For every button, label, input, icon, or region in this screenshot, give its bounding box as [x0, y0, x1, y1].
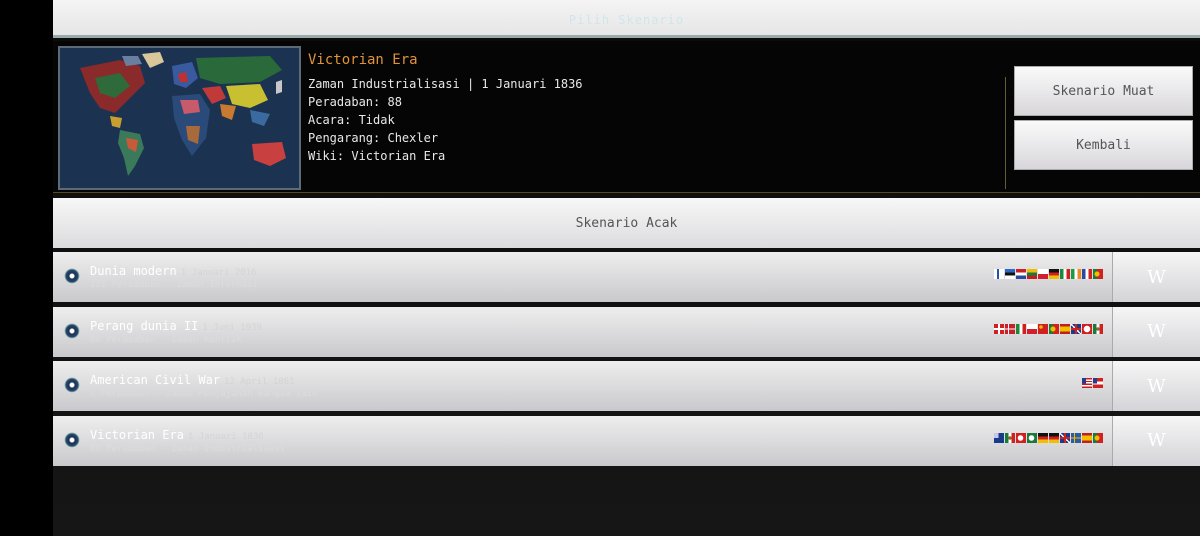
nation-flags: [994, 269, 1103, 279]
nation-flags: [994, 432, 1103, 443]
scenario-radio-icon[interactable]: [64, 377, 80, 393]
scenario-details-panel: Victorian Era Zaman Industrialisasi | 1 …: [53, 41, 1200, 193]
events-flag: Acara: Tidak: [308, 113, 395, 127]
spain-flag-icon: [1082, 432, 1092, 443]
china-flag-icon: [1038, 323, 1048, 334]
germany2-flag-icon: [1049, 432, 1059, 443]
lithuania-flag-icon: [1027, 269, 1037, 279]
scenario-date: 1 Januari 2016: [180, 268, 257, 278]
ottoman2-flag-icon: [1027, 432, 1037, 443]
portugal-flag-icon: [1093, 432, 1103, 443]
italy-flag-icon: [1016, 323, 1026, 334]
scenario-row[interactable]: Dunia modern 1 Januari 2016 221 Peradaban …: [53, 252, 1200, 302]
mexico-flag-icon: [1005, 432, 1015, 443]
switzerland-flag-icon: [994, 323, 1004, 334]
era-date: Zaman Industrialisasi | 1 Januari 1836: [308, 77, 583, 91]
spain-flag-icon: [1060, 323, 1070, 334]
world-map-preview: [58, 46, 301, 190]
poland-flag-icon: [1038, 269, 1048, 279]
scenario-name-text: Dunia modern: [90, 264, 177, 278]
denmark-flag-icon: [1005, 323, 1015, 334]
nation-flags: [994, 323, 1103, 334]
poland-flag-icon: [1027, 323, 1037, 334]
load-scenario-button[interactable]: Skenario Muat: [1014, 66, 1193, 116]
scenario-radio-icon[interactable]: [64, 268, 80, 284]
wikipedia-icon[interactable]: W: [1112, 252, 1200, 302]
scenario-radio-icon[interactable]: [64, 322, 80, 339]
wikipedia-icon[interactable]: W: [1112, 306, 1200, 357]
page-title: Pilih Skenario: [568, 13, 685, 27]
scenario-date: 1 Juni 1939: [202, 322, 262, 333]
scenario-row[interactable]: American Civil War 12 April 1861 3 Peradab…: [53, 361, 1200, 411]
sweden-flag-icon: [1071, 432, 1081, 443]
germany-flag-icon: [1038, 432, 1048, 443]
world-map-image: [60, 48, 299, 188]
ottoman-flag-icon: [1016, 432, 1026, 443]
nazi-flag-icon: [1082, 323, 1092, 334]
panel-divider: [1005, 77, 1006, 189]
scenario-name-text: Victorian Era: [90, 427, 184, 442]
scenario-date: 12 April 1861: [224, 377, 295, 387]
scenario-name-text: American Civil War: [90, 373, 221, 387]
confederate-flag-icon: [1093, 378, 1103, 388]
scenario-subtitle: 3 Peradaban - Zaman Penjajahan Bangsa la…: [90, 389, 318, 399]
scenario-subtitle: 221 Peradaban - Zaman Informasi: [90, 280, 258, 290]
wikipedia-icon[interactable]: W: [1112, 361, 1200, 411]
ireland-flag-icon: [1071, 269, 1081, 279]
portugal-flag-icon: [1093, 269, 1103, 279]
newzealand-flag-icon: [994, 432, 1004, 443]
scenario-name-text: Perang dunia II: [90, 318, 199, 333]
wikipedia-icon[interactable]: W: [1112, 415, 1200, 466]
scenario-date: 1 Januari 1836: [187, 431, 264, 442]
back-button[interactable]: Kembali: [1014, 120, 1193, 170]
civilization-count: Peradaban: 88: [308, 95, 402, 109]
scenario-name: Victorian Era 1 Januari 1836: [90, 428, 264, 442]
nation-flags: [1082, 378, 1103, 388]
italy-flag-icon: [1060, 269, 1070, 279]
netherlands-flag-icon: [1016, 269, 1026, 279]
header-bar: Pilih Skenario: [53, 0, 1200, 38]
game-screen: Pilih Skenario Victorian Era Zaman Indus…: [53, 0, 1200, 536]
scenario-name: Dunia modern 1 Januari 2016: [90, 264, 257, 278]
mexico-flag-icon: [1093, 323, 1103, 334]
finland-flag-icon: [994, 269, 1004, 279]
germany-flag-icon: [1049, 269, 1059, 279]
scenario-title: Victorian Era: [308, 52, 418, 68]
scenario-name: Perang dunia II 1 Juni 1939: [90, 319, 262, 333]
estonia-flag-icon: [1005, 269, 1015, 279]
uk-flag-icon: [1071, 323, 1081, 334]
random-scenario-button[interactable]: Skenario Acak: [53, 198, 1200, 248]
portugal-flag-icon: [1049, 323, 1059, 334]
scenario-row[interactable]: Perang dunia II 1 Juni 1939 88 Peradaban -…: [53, 306, 1200, 357]
author: Pengarang: Chexler: [308, 131, 439, 145]
scenario-radio-icon[interactable]: [64, 431, 80, 448]
scenario-subtitle: 88 Peradaban - Zaman Industrialisasi: [90, 443, 286, 454]
scenario-name: American Civil War 12 April 1861: [90, 373, 295, 387]
scenario-row[interactable]: Victorian Era 1 Januari 1836 88 Peradaban …: [53, 415, 1200, 466]
france-flag-icon: [1082, 269, 1092, 279]
uk-flag-icon: [1060, 432, 1070, 443]
wiki-link[interactable]: Wiki: Victorian Era: [308, 149, 445, 163]
usa-flag-icon: [1082, 378, 1092, 388]
scenario-subtitle: 88 Peradaban - Zaman Konflik: [90, 334, 242, 345]
